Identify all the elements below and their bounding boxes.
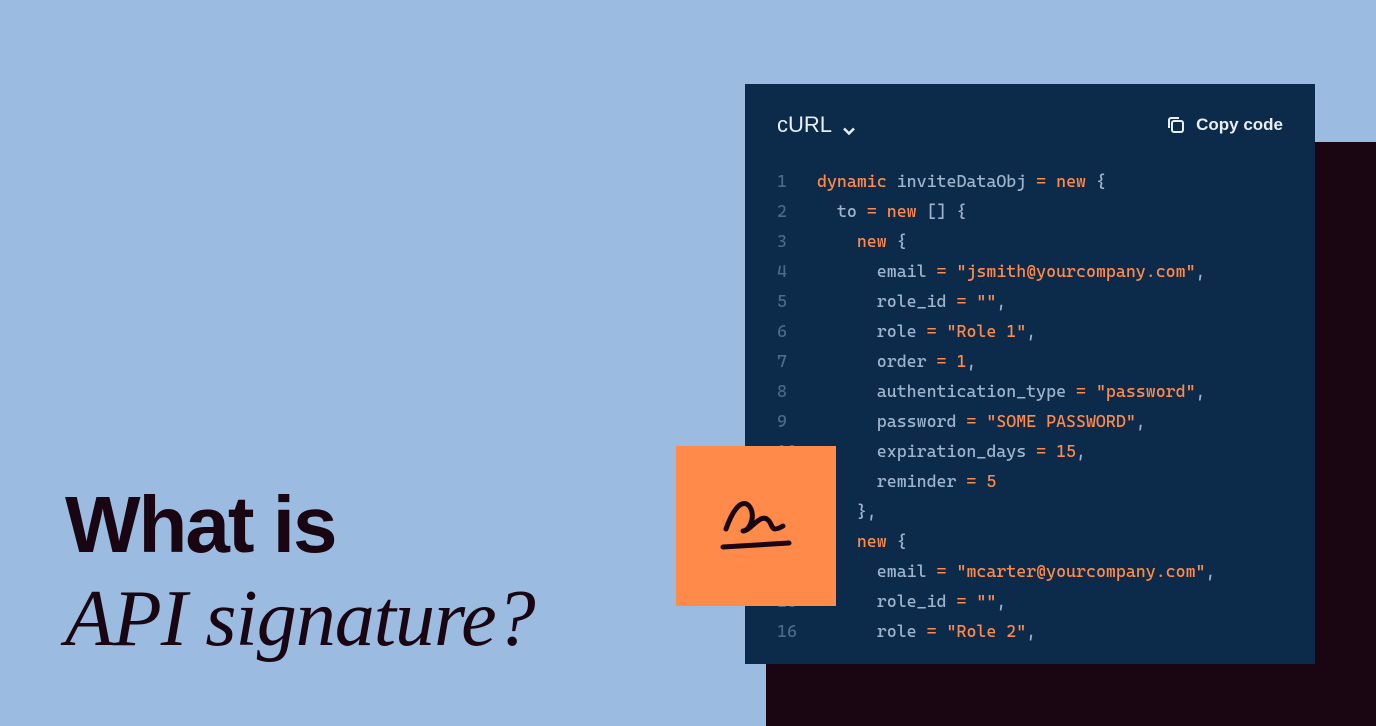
code-content: email = "jsmith@yourcompany.com",	[817, 256, 1206, 286]
line-number: 3	[777, 226, 817, 256]
code-content: role_id = "",	[817, 286, 1006, 316]
line-number: 16	[777, 616, 817, 646]
code-content: expiration_days = 15,	[817, 436, 1086, 466]
code-line: 7 order = 1,	[777, 346, 1283, 376]
page-heading: What is API signature?	[65, 485, 535, 665]
code-line: 9 password = "SOME PASSWORD",	[777, 406, 1283, 436]
code-content: password = "SOME PASSWORD",	[817, 406, 1146, 436]
chevron-down-icon	[842, 118, 856, 132]
code-line: 8 authentication_type = "password",	[777, 376, 1283, 406]
code-line: 11 reminder = 5	[777, 466, 1283, 496]
code-line: 1dynamic inviteDataObj = new {	[777, 166, 1283, 196]
code-content: role = "Role 1",	[817, 316, 1036, 346]
code-content: to = new [] {	[817, 196, 966, 226]
heading-line-1: What is	[65, 485, 535, 565]
copy-label: Copy code	[1196, 115, 1283, 135]
code-content: reminder = 5	[817, 466, 996, 496]
line-number: 2	[777, 196, 817, 226]
code-header: cURL Copy code	[745, 112, 1315, 166]
language-dropdown[interactable]: cURL	[777, 112, 856, 138]
signature-badge	[676, 446, 836, 606]
language-label: cURL	[777, 112, 832, 138]
code-line: 13 new {	[777, 526, 1283, 556]
line-number: 7	[777, 346, 817, 376]
line-number: 8	[777, 376, 817, 406]
code-content: role_id = "",	[817, 586, 1006, 616]
code-content: order = 1,	[817, 346, 976, 376]
code-content: authentication_type = "password",	[817, 376, 1206, 406]
code-content: role = "Role 2",	[817, 616, 1036, 646]
signature-icon	[711, 491, 801, 561]
code-line: 15 role_id = "",	[777, 586, 1283, 616]
code-content: dynamic inviteDataObj = new {	[817, 166, 1106, 196]
code-content: new {	[817, 226, 907, 256]
code-line: 16 role = "Role 2",	[777, 616, 1283, 646]
heading-line-2: API signature?	[65, 573, 535, 665]
line-number: 5	[777, 286, 817, 316]
code-line: 14 email = "mcarter@yourcompany.com",	[777, 556, 1283, 586]
line-number: 1	[777, 166, 817, 196]
code-line: 4 email = "jsmith@yourcompany.com",	[777, 256, 1283, 286]
code-content: email = "mcarter@yourcompany.com",	[817, 556, 1215, 586]
code-line: 6 role = "Role 1",	[777, 316, 1283, 346]
line-number: 4	[777, 256, 817, 286]
code-line: 3 new {	[777, 226, 1283, 256]
code-line: 12 },	[777, 496, 1283, 526]
code-line: 10 expiration_days = 15,	[777, 436, 1283, 466]
line-number: 6	[777, 316, 817, 346]
copy-icon	[1166, 115, 1186, 135]
copy-code-button[interactable]: Copy code	[1166, 115, 1283, 135]
line-number: 9	[777, 406, 817, 436]
code-line: 5 role_id = "",	[777, 286, 1283, 316]
code-line: 2 to = new [] {	[777, 196, 1283, 226]
